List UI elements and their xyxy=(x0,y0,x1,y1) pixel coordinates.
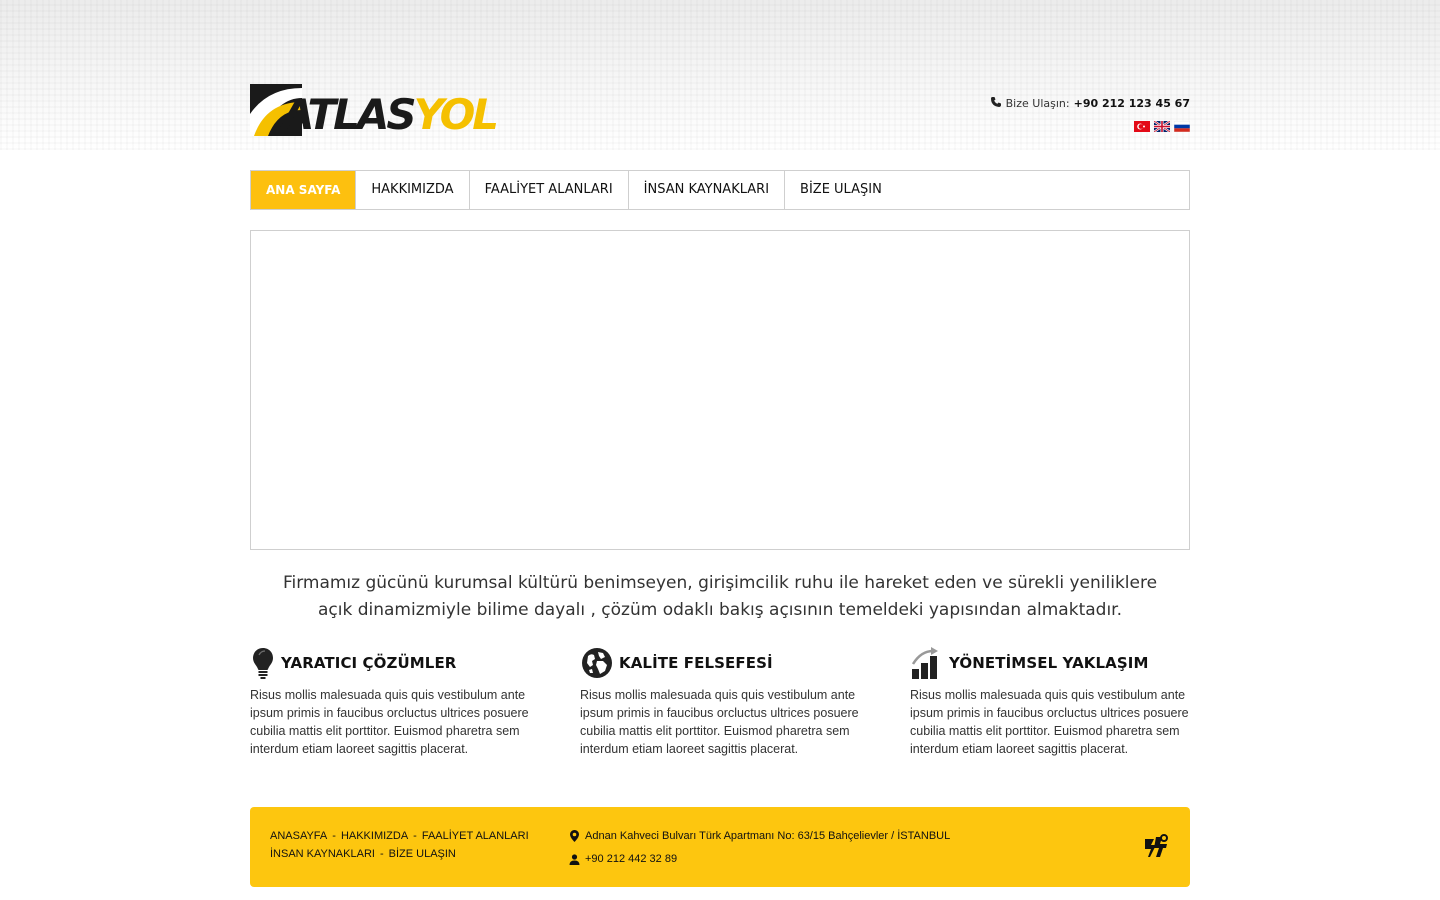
nav-item-careers[interactable]: İNSAN KAYNAKLARI xyxy=(629,171,786,209)
footer-link-contact[interactable]: BİZE ULAŞIN xyxy=(389,848,456,860)
phone-icon xyxy=(990,96,1002,111)
contact-label: Bize Ulaşın: xyxy=(1005,97,1070,110)
site-logo[interactable]: ATLASYOL xyxy=(250,84,522,140)
bar-chart-icon xyxy=(910,647,944,679)
footer-address: Adnan Kahveci Bulvarı Türk Apartmanı No:… xyxy=(585,830,951,842)
feature-quality-philosophy: KALİTE FELSEFESİ Risus mollis malesuada … xyxy=(580,646,865,758)
nav-item-home[interactable]: ANA SAYFA xyxy=(251,171,357,209)
feature-title: YARATICI ÇÖZÜMLER xyxy=(281,654,457,672)
map-pin-icon xyxy=(568,830,580,842)
site-footer: ANASAYFA - HAKKIMIZDA - FAALİYET ALANLARI İN… xyxy=(250,807,1190,887)
ru-flag-icon[interactable] xyxy=(1174,121,1190,132)
tr-flag-icon[interactable] xyxy=(1134,121,1150,132)
footer-contact-info: Adnan Kahveci Bulvarı Türk Apartmanı No:… xyxy=(568,827,950,868)
logo-wordmark: ATLASYOL xyxy=(282,90,499,139)
hero-slider[interactable] xyxy=(250,230,1190,550)
footer-phone[interactable]: +90 212 442 32 89 xyxy=(585,853,677,865)
uk-flag-icon[interactable] xyxy=(1154,121,1170,132)
feature-management-approach: YÖNETİMSEL YAKLAŞIM Risus mollis malesua… xyxy=(910,646,1195,758)
page-container: ATLASYOL Bize Ulaşın: +90 212 123 45 67 xyxy=(250,0,1190,900)
nav-item-activities[interactable]: FAALİYET ALANLARI xyxy=(470,171,629,209)
main-nav: ANA SAYFA HAKKIMIZDA FAALİYET ALANLARI İ… xyxy=(250,170,1190,210)
language-switcher xyxy=(1134,121,1190,132)
footer-link-home[interactable]: ANASAYFA xyxy=(270,830,327,842)
feature-body: Risus mollis malesuada quis quis vestibu… xyxy=(250,688,529,756)
agency-logo-icon[interactable] xyxy=(1142,833,1170,863)
footer-links: ANASAYFA - HAKKIMIZDA - FAALİYET ALANLARI İN… xyxy=(270,830,529,860)
header-contact: Bize Ulaşın: +90 212 123 45 67 xyxy=(990,96,1190,111)
footer-link-activities[interactable]: FAALİYET ALANLARI xyxy=(422,830,529,842)
nav-item-about[interactable]: HAKKIMIZDA xyxy=(356,171,470,209)
feature-body: Risus mollis malesuada quis quis vestibu… xyxy=(910,688,1189,756)
contact-icon xyxy=(568,853,580,865)
footer-link-about[interactable]: HAKKIMIZDA xyxy=(341,830,408,842)
feature-creative-solutions: YARATICI ÇÖZÜMLER Risus mollis malesuada… xyxy=(250,646,535,758)
lightbulb-icon xyxy=(250,647,276,679)
contact-phone[interactable]: +90 212 123 45 67 xyxy=(1074,97,1190,110)
feature-body: Risus mollis malesuada quis quis vestibu… xyxy=(580,688,859,756)
feature-title: YÖNETİMSEL YAKLAŞIM xyxy=(949,654,1149,672)
nav-item-contact[interactable]: BİZE ULAŞIN xyxy=(785,171,897,209)
intro-text: Firmamız gücünü kurumsal kültürü benimse… xyxy=(282,573,1158,620)
footer-link-careers[interactable]: İNSAN KAYNAKLARI xyxy=(270,848,375,860)
feature-title: KALİTE FELSEFESİ xyxy=(619,654,773,672)
globe-icon xyxy=(580,647,614,679)
